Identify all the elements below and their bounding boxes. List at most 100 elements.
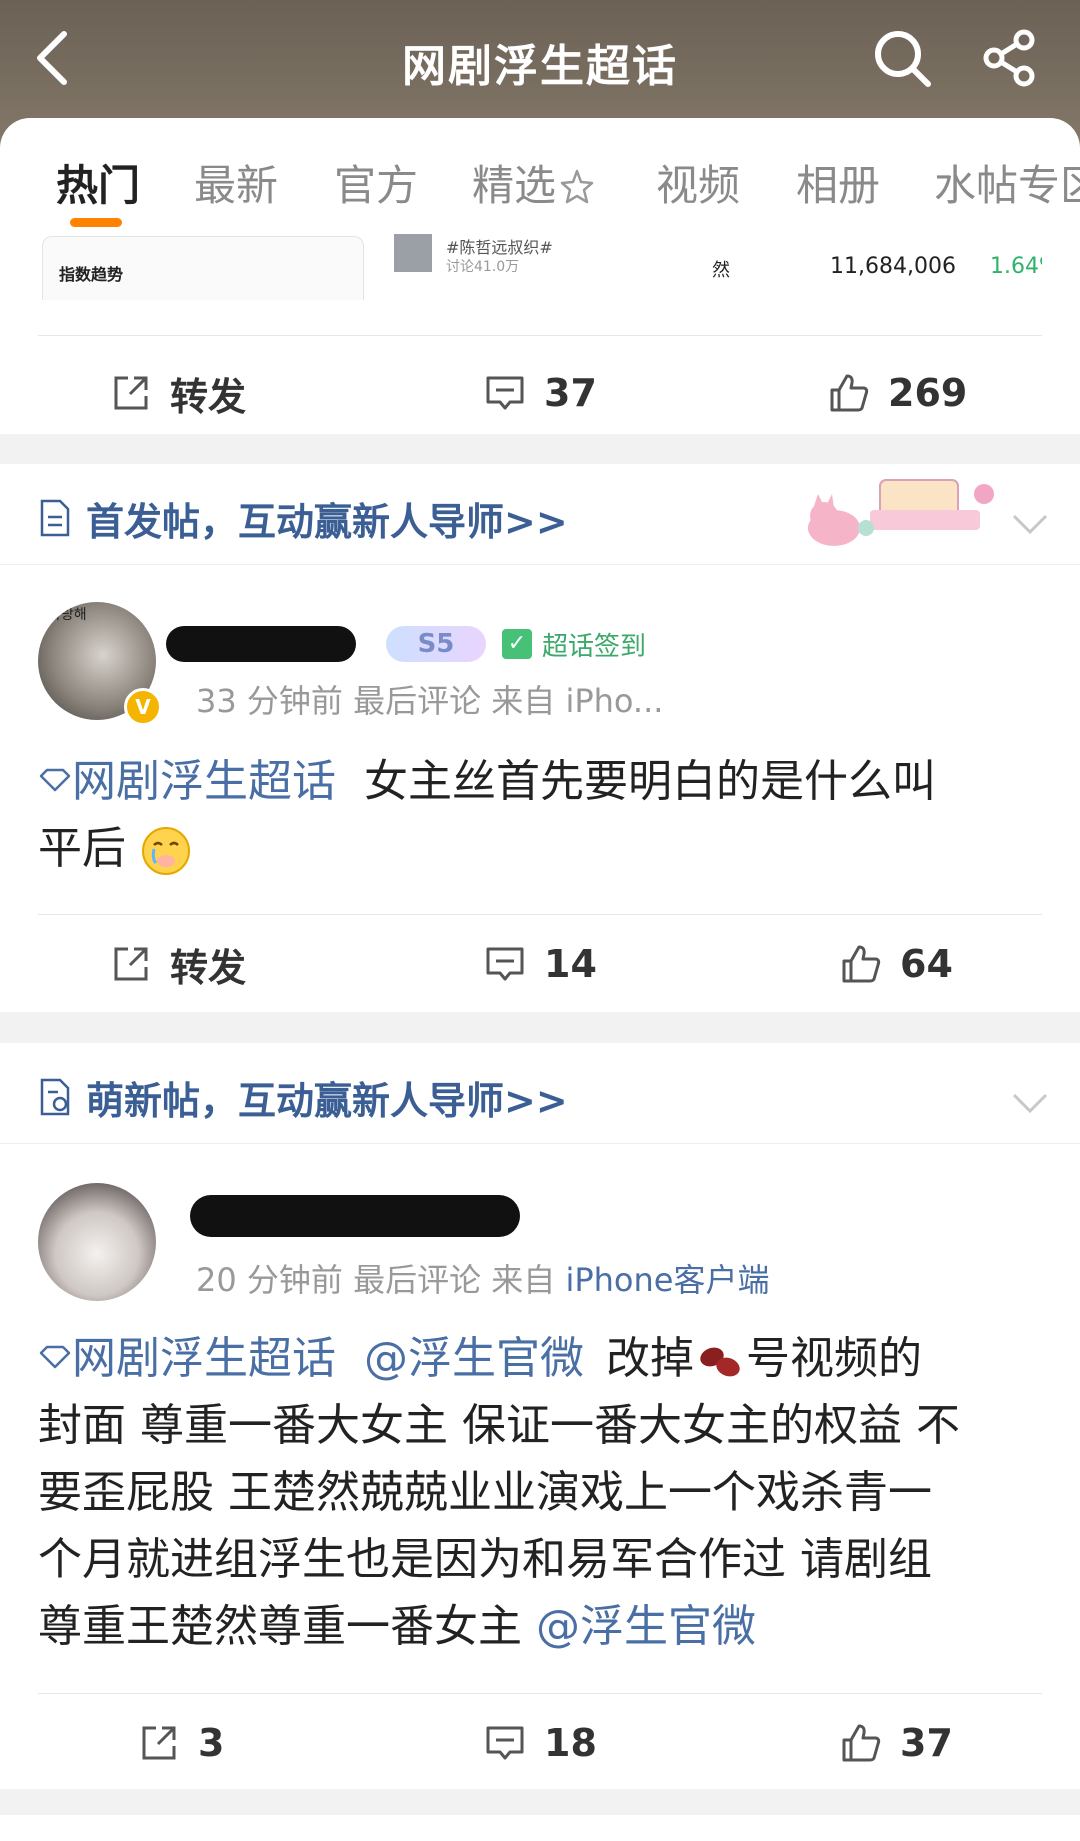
repost-button[interactable]: 转发: [110, 934, 246, 994]
comment-icon: [486, 1726, 524, 1760]
tab-featured-label: 精选: [472, 161, 557, 210]
section-divider: [0, 1143, 1080, 1144]
redacted-username: [166, 626, 356, 662]
post-text-a: 改掉: [606, 1333, 694, 1384]
post-meta: 20 分钟前 最后评论 来自 iPhone客户端: [196, 1255, 769, 1301]
post-source-prefix: 来自: [491, 1261, 556, 1299]
topic-tag[interactable]: 网剧浮生超话: [38, 756, 336, 807]
like-count: 269: [888, 371, 968, 415]
section-header-first-post[interactable]: 首发帖，互动赢新人导师>>: [38, 488, 568, 548]
post-body: 网剧浮生超话 女主丝首先要明白的是什么叫 平后: [38, 748, 1048, 882]
last-comment-label: 最后评论: [353, 1261, 482, 1299]
next-post-card: [0, 1815, 1080, 1841]
post-body: 网剧浮生超话 @浮生官微 改掉 号视频的 封面 尊重一番大女主 保证一番大女主的权…: [38, 1325, 1048, 1660]
diamond-topic-icon: [39, 1345, 71, 1369]
card-divider: [38, 914, 1042, 915]
section-label: 首发帖，互动赢新人导师>>: [86, 499, 568, 544]
like-button[interactable]: 37: [840, 1713, 953, 1773]
thumbs-up-icon: [842, 945, 881, 983]
tab-latest[interactable]: 最新: [194, 152, 278, 213]
share-icon[interactable]: [978, 26, 1042, 90]
like-count: 37: [900, 1721, 953, 1765]
comment-button[interactable]: 18: [484, 1713, 597, 1773]
search-icon[interactable]: [870, 26, 934, 90]
chevron-down-icon[interactable]: [1010, 1091, 1050, 1115]
trend-panel: 指数趋势: [42, 236, 364, 300]
crying-emoji-icon: [142, 827, 190, 875]
topic-count: 11,684,006: [830, 254, 956, 279]
section-divider: [0, 564, 1080, 565]
post-line-2: 封面 尊重一番大女主 保证一番大女主的权益 不: [38, 1400, 960, 1451]
tab-album[interactable]: 相册: [796, 152, 880, 213]
bean-emoji-icon: [700, 1347, 740, 1377]
post-line-2: 平后: [38, 815, 1048, 882]
mention-link[interactable]: @浮生官微: [364, 1333, 584, 1384]
section-header-newbie-post[interactable]: 萌新帖，互动赢新人导师>>: [38, 1067, 568, 1127]
repost-label: 转发: [170, 374, 247, 419]
repost-icon: [114, 947, 148, 981]
topic-discussion: 讨论41.0万: [446, 259, 520, 275]
redacted-username: [190, 1195, 520, 1237]
post-time: 33 分钟前: [196, 682, 343, 720]
post-meta: 33 分钟前 最后评论 来自 iPho...: [196, 676, 663, 722]
post-text-b: 号视频的: [746, 1333, 922, 1384]
featured-sparkle-icon: [560, 169, 594, 204]
like-button[interactable]: 64: [840, 934, 953, 994]
tab-water-posts[interactable]: 水帖专区: [934, 152, 1080, 213]
topic-thumbnail: [394, 234, 432, 272]
post-line-5: 尊重王楚然尊重一番女主 @浮生官微: [38, 1593, 1048, 1660]
topic-name: #陈哲远叔织#: [446, 238, 553, 257]
comment-count: 14: [544, 942, 597, 986]
post-line-3: 要歪屁股 王楚然兢兢业业演戏上一个戏杀青一: [38, 1467, 932, 1518]
post-line-1: 网剧浮生超话 女主丝首先要明白的是什么叫: [38, 748, 1048, 815]
avatar-text: 사랑해: [48, 607, 87, 623]
topic-tag[interactable]: 网剧浮生超话: [38, 1333, 336, 1384]
section-label: 萌新帖，互动赢新人导师>>: [86, 1078, 568, 1123]
repost-label: 转发: [170, 945, 247, 990]
like-count: 64: [900, 942, 953, 986]
topic-char: 然: [712, 260, 730, 281]
last-comment-label: 最后评论: [353, 682, 482, 720]
cat-sticker-decoration: [808, 479, 994, 546]
tab-video[interactable]: 视频: [656, 152, 740, 213]
repost-icon: [142, 1726, 176, 1760]
topic-tag-text: 网剧浮生超话: [72, 1333, 336, 1384]
card-divider: [38, 335, 1042, 336]
newbie-document-icon: [40, 1078, 70, 1116]
repost-count: 3: [198, 1721, 225, 1765]
repost-button[interactable]: 转发: [110, 363, 246, 423]
post-line-1: 网剧浮生超话 @浮生官微 改掉 号视频的: [38, 1325, 1048, 1392]
post-source: 来自 iPho...: [491, 682, 664, 720]
repost-button[interactable]: 3: [138, 1713, 224, 1773]
comment-count: 37: [544, 371, 597, 415]
topic-percent: 1.64%: [990, 254, 1042, 279]
check-icon: ✓: [502, 629, 532, 659]
comment-button[interactable]: 14: [484, 934, 597, 994]
like-button[interactable]: 269: [828, 363, 967, 423]
topic-tag-text: 网剧浮生超话: [72, 756, 336, 807]
post-time: 20 分钟前: [196, 1261, 343, 1299]
comment-count: 18: [544, 1721, 597, 1765]
tab-hot[interactable]: 热门: [56, 152, 140, 213]
tab-bar: 热门 最新 官方 精选 视频 相册 水帖专区: [0, 118, 1080, 234]
document-icon: [40, 499, 70, 537]
avatar[interactable]: [38, 1183, 156, 1301]
diamond-topic-icon: [39, 768, 71, 792]
comment-icon: [486, 947, 524, 981]
repost-icon: [114, 376, 148, 410]
checkin-badge: ✓ 超话签到: [502, 626, 646, 662]
verified-badge: V: [124, 688, 162, 726]
tab-official[interactable]: 官方: [334, 152, 418, 213]
thumbs-up-icon: [842, 1724, 881, 1762]
comment-icon: [486, 376, 524, 410]
post-text-line-5: 尊重王楚然尊重一番女主: [38, 1601, 522, 1652]
post-source-client[interactable]: iPhone客户端: [565, 1261, 769, 1299]
tab-featured[interactable]: 精选: [472, 152, 596, 213]
post-text-line-1: 女主丝首先要明白的是什么叫: [364, 756, 936, 807]
thumbs-up-icon: [830, 374, 869, 412]
post-image-strip[interactable]: 指数趋势 #陈哲远叔织# 讨论41.0万 然 11,684,006 1.64%: [38, 234, 1042, 300]
post-line-4: 个月就进组浮生也是因为和易军合作过 请剧组: [38, 1534, 932, 1585]
mention-link[interactable]: @浮生官微: [536, 1601, 756, 1652]
comment-button[interactable]: 37: [484, 363, 597, 423]
chevron-down-icon[interactable]: [1010, 512, 1050, 536]
